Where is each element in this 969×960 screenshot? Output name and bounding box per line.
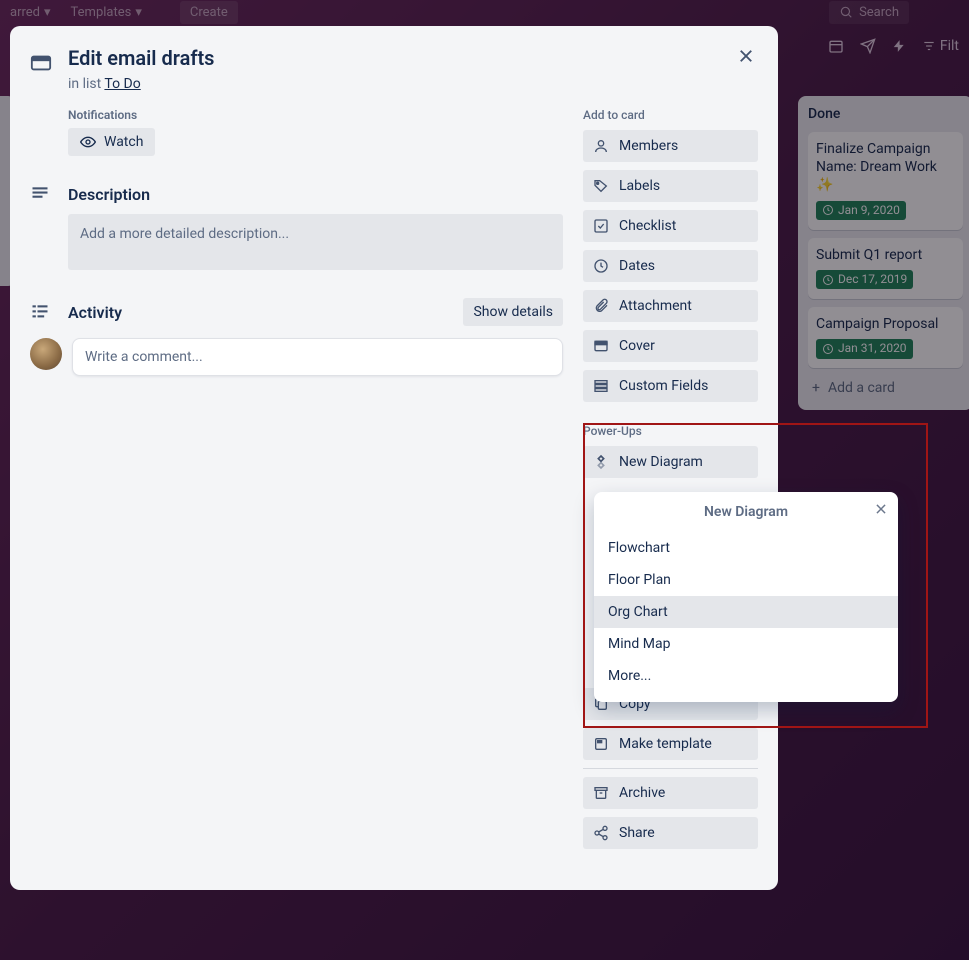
share-icon xyxy=(593,825,609,841)
popup-item[interactable]: Mind Map xyxy=(594,628,898,660)
checklist-icon xyxy=(593,218,609,234)
popup-item[interactable]: Org Chart xyxy=(594,596,898,628)
list-link[interactable]: To Do xyxy=(104,76,140,92)
description-icon xyxy=(30,184,54,204)
new-diagram-button[interactable]: New Diagram xyxy=(583,446,758,478)
labels-button[interactable]: Labels xyxy=(583,170,758,202)
user-avatar[interactable] xyxy=(30,338,62,370)
make-template-button[interactable]: Make template xyxy=(583,728,758,760)
description-heading: Description xyxy=(68,185,150,204)
fields-icon xyxy=(593,378,609,394)
person-icon xyxy=(593,138,609,154)
notifications-label: Notifications xyxy=(68,108,563,122)
card-icon xyxy=(30,52,54,74)
comment-input[interactable]: Write a comment... xyxy=(72,338,563,376)
cover-icon xyxy=(593,338,609,354)
new-diagram-popup: New Diagram FlowchartFloor PlanOrg Chart… xyxy=(594,492,898,702)
close-button[interactable] xyxy=(732,42,760,70)
powerups-label: Power-Ups xyxy=(583,424,758,438)
popup-close-button[interactable] xyxy=(874,502,888,516)
add-to-card-label: Add to card xyxy=(583,108,758,122)
cover-button[interactable]: Cover xyxy=(583,330,758,362)
card-list-location: in list To Do xyxy=(68,76,214,92)
share-button[interactable]: Share xyxy=(583,817,758,849)
custom-fields-button[interactable]: Custom Fields xyxy=(583,370,758,402)
popup-item[interactable]: Flowchart xyxy=(594,532,898,564)
template-icon xyxy=(593,736,609,752)
members-button[interactable]: Members xyxy=(583,130,758,162)
show-details-button[interactable]: Show details xyxy=(463,298,563,326)
archive-icon xyxy=(593,785,609,801)
diagram-icon xyxy=(593,454,609,470)
checklist-button[interactable]: Checklist xyxy=(583,210,758,242)
archive-button[interactable]: Archive xyxy=(583,777,758,809)
clock-icon xyxy=(593,258,609,274)
activity-heading: Activity xyxy=(68,303,122,322)
activity-icon xyxy=(30,302,54,322)
card-title[interactable]: Edit email drafts xyxy=(68,46,214,70)
description-input[interactable]: Add a more detailed description... xyxy=(68,214,563,270)
dates-button[interactable]: Dates xyxy=(583,250,758,282)
popup-item[interactable]: More... xyxy=(594,660,898,692)
watch-button[interactable]: Watch xyxy=(68,128,155,156)
popup-item[interactable]: Floor Plan xyxy=(594,564,898,596)
eye-icon xyxy=(80,134,96,150)
card-modal: Edit email drafts in list To Do Notifica… xyxy=(10,26,778,890)
tag-icon xyxy=(593,178,609,194)
attachment-icon xyxy=(593,298,609,314)
attachment-button[interactable]: Attachment xyxy=(583,290,758,322)
popup-title: New Diagram xyxy=(704,504,788,520)
